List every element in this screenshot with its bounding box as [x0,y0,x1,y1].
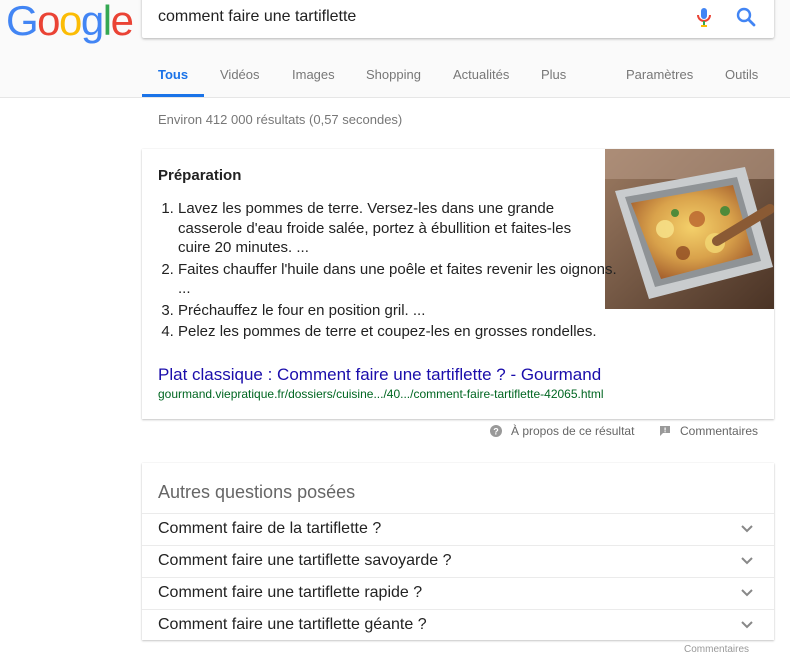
result-link[interactable]: Plat classique : Comment faire une tarti… [158,365,601,385]
preparation-steps: Lavez les pommes de terre. Versez-les da… [158,199,618,344]
settings-link[interactable]: Paramètres [626,67,693,82]
header: Google comment faire une tartiflette Tou… [0,0,790,98]
step-item: Préchauffez le four en position gril. ..… [178,301,618,321]
paa-question-text: Comment faire une tartiflette géante ? [158,616,427,633]
people-also-ask: Autres questions posées Comment faire de… [142,463,774,640]
results-stats: Environ 412 000 résultats (0,57 secondes… [158,112,403,127]
paa-question[interactable]: Comment faire une tartiflette rapide ? [142,577,774,610]
tartiflette-image[interactable] [605,149,774,309]
featured-snippet: Préparation Lavez l [142,149,774,419]
tab-all[interactable]: Tous [158,67,188,82]
chevron-down-icon [741,589,753,597]
paa-question-text: Comment faire de la tartiflette ? [158,520,382,537]
logo-letter: o [59,0,82,44]
search-tabs: Tous Vidéos Images Shopping Actualités P… [0,60,790,97]
logo-letter: o [37,0,60,44]
step-item: Pelez les pommes de terre et coupez-les … [178,322,618,342]
logo-letter: g [80,0,104,44]
tools-link[interactable]: Outils [725,67,758,82]
help-circle-icon[interactable]: ? [490,425,502,437]
step-item: Faites chauffer l'huile dans une poêle e… [178,260,618,299]
chevron-down-icon [741,525,753,533]
tab-more[interactable]: Plus [541,67,566,82]
search-icon[interactable] [734,5,758,29]
search-query[interactable]: comment faire une tartiflette [158,8,356,26]
google-logo[interactable]: Google [6,0,134,46]
logo-letter: l [102,0,112,44]
paa-question[interactable]: Comment faire une tartiflette savoyarde … [142,545,774,578]
logo-letter: G [6,0,39,44]
svg-text:?: ? [493,427,499,437]
paa-question[interactable]: Comment faire de la tartiflette ? [142,513,774,546]
paa-question-text: Comment faire une tartiflette rapide ? [158,584,423,601]
step-item: Lavez les pommes de terre. Versez-les da… [178,199,583,258]
paa-question-text: Comment faire une tartiflette savoyarde … [158,552,452,569]
result-url: gourmand.viepratique.fr/dossiers/cuisine… [158,387,604,401]
logo-letter: e [110,0,134,44]
paa-title: Autres questions posées [158,482,356,502]
feedback-flag-icon[interactable] [659,425,671,437]
search-input[interactable]: comment faire une tartiflette [142,0,774,38]
tab-shopping[interactable]: Shopping [366,67,421,82]
chevron-down-icon [741,557,753,565]
tab-news[interactable]: Actualités [453,67,509,82]
paa-question[interactable]: Comment faire une tartiflette géante ? [142,609,774,642]
snippet-heading: Préparation [158,167,242,184]
active-tab-indicator [142,94,204,97]
chevron-down-icon [741,621,753,629]
microphone-icon[interactable] [692,4,716,30]
tab-videos[interactable]: Vidéos [220,67,260,82]
tab-images[interactable]: Images [292,67,335,82]
about-result-link[interactable]: À propos de ce résultat [511,424,634,438]
paa-feedback-link[interactable]: Commentaires [684,644,749,655]
feedback-link[interactable]: Commentaires [680,424,758,438]
